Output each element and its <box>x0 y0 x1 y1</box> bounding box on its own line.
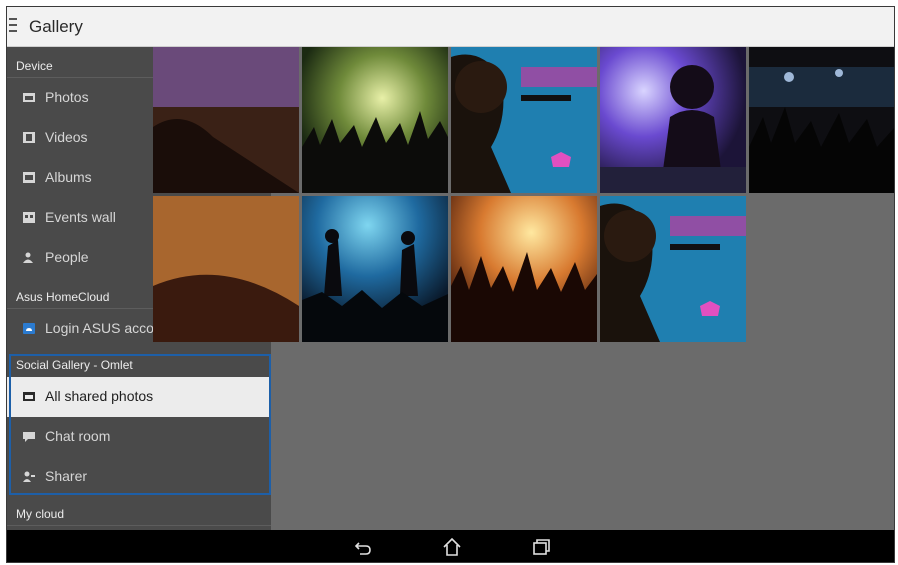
photo-grid <box>153 47 894 530</box>
concert-photo <box>153 47 299 193</box>
concert-photo <box>749 47 894 193</box>
drawer-item-label: Videos <box>45 129 88 145</box>
concert-photo <box>451 47 597 193</box>
hamburger-menu-icon[interactable] <box>9 18 17 32</box>
app-bar: Gallery <box>7 7 894 47</box>
drawer-item-label: Events wall <box>45 209 116 225</box>
section-divider <box>7 525 271 526</box>
home-icon[interactable] <box>442 537 462 557</box>
photo-thumbnail[interactable] <box>600 47 746 193</box>
concert-photo <box>302 196 448 342</box>
concert-photo <box>600 47 746 193</box>
photo-thumbnail[interactable] <box>451 196 597 342</box>
back-icon[interactable] <box>353 537 373 557</box>
photo-thumbnail[interactable] <box>749 47 894 193</box>
photos-icon <box>23 93 35 102</box>
social-gallery-highlight-box <box>9 354 271 495</box>
cloud-login-icon <box>23 323 35 334</box>
drawer-item-label: People <box>45 249 89 265</box>
recent-apps-icon[interactable] <box>531 537 551 557</box>
gallery-app-window: Gallery Device Photos Videos Albums Even… <box>6 6 895 563</box>
section-header-device: Device <box>16 59 53 73</box>
drawer-item-label: Photos <box>45 89 89 105</box>
section-header-my-cloud: My cloud <box>16 507 65 521</box>
system-navigation-bar <box>7 530 894 562</box>
concert-photo <box>153 196 299 342</box>
photo-thumbnail[interactable] <box>302 196 448 342</box>
concert-photo <box>600 196 746 342</box>
videos-icon <box>23 132 35 143</box>
photo-thumbnail[interactable] <box>153 196 299 342</box>
photo-thumbnail[interactable] <box>451 47 597 193</box>
photo-thumbnail[interactable] <box>153 47 299 193</box>
albums-icon <box>23 172 35 183</box>
concert-photo <box>302 47 448 193</box>
drawer-item-label: Albums <box>45 169 92 185</box>
concert-photo <box>451 196 597 342</box>
events-wall-icon <box>23 212 35 223</box>
people-icon <box>23 252 33 263</box>
section-header-asus-homecloud: Asus HomeCloud <box>16 290 110 304</box>
photo-thumbnail[interactable] <box>302 47 448 193</box>
app-title: Gallery <box>29 17 83 36</box>
photo-thumbnail[interactable] <box>600 196 746 342</box>
